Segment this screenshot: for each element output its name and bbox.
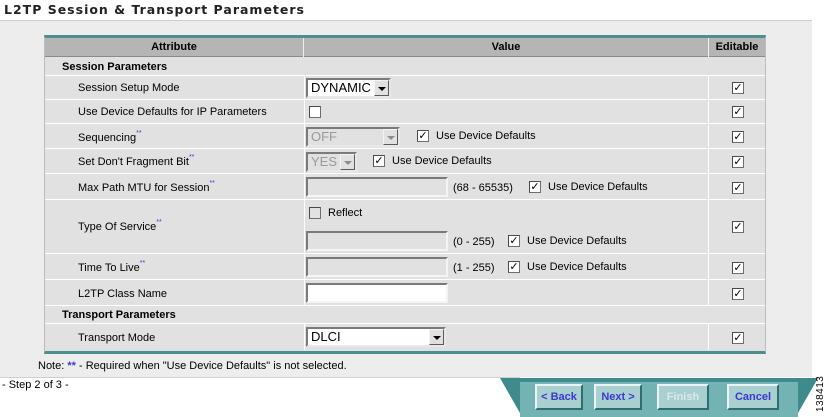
transport-mode-select[interactable]: DLCI [306, 327, 446, 347]
value-cell: (68 - 65535) Use Device Defaults [304, 174, 709, 199]
range-label: (0 - 255) [453, 236, 495, 248]
table-row: Sequencing** OFF Use Device Defaults [45, 124, 765, 149]
max-path-mtu-input[interactable] [306, 177, 448, 197]
section-label: Session Parameters [62, 61, 168, 73]
sequencing-select[interactable]: OFF [306, 127, 400, 147]
required-marker: ** [209, 180, 215, 187]
value-cell: (1 - 255) Use Device Defaults [304, 254, 709, 279]
select-value: DYNAMIC [311, 80, 371, 95]
dont-fragment-select[interactable]: YES [306, 152, 357, 172]
session-setup-mode-select[interactable]: DYNAMIC [306, 78, 391, 98]
figure-id: 138413 [815, 375, 826, 412]
range-label: (68 - 65535) [453, 182, 513, 194]
section-label: Transport Parameters [62, 309, 176, 321]
value-cell: YES Use Device Defaults [304, 149, 709, 173]
value-cell: DLCI [304, 324, 709, 350]
time-to-live-input[interactable] [306, 257, 448, 277]
l2tp-class-name-input[interactable] [306, 283, 448, 303]
table-row: Max Path MTU for Session** (68 - 65535) … [45, 174, 765, 200]
table-header: Attribute Value Editable [45, 38, 765, 57]
type-of-service-reflect-checkbox[interactable] [309, 207, 321, 219]
table-row: L2TP Class Name [45, 280, 765, 306]
footer-divider [0, 377, 520, 378]
required-marker: ** [139, 260, 146, 267]
attribute-label: Time To Live** [78, 260, 146, 274]
sequencing-use-device-defaults-checkbox[interactable] [417, 130, 429, 142]
select-value: YES [311, 154, 338, 169]
dont-fragment-use-device-defaults-checkbox[interactable] [373, 155, 385, 167]
wizard-step-indicator: - Step 2 of 3 - [2, 379, 69, 391]
editable-checkbox-session-setup-mode[interactable] [732, 82, 744, 94]
table-row: Time To Live** (1 - 255) Use Device Defa… [45, 254, 765, 280]
attribute-label: Type Of Service** [78, 219, 162, 233]
attribute-label: Use Device Defaults for IP Parameters [78, 106, 267, 118]
select-value: OFF [311, 129, 337, 144]
page-title: L2TP Session & Transport Parameters [4, 2, 305, 17]
type-of-service-use-device-defaults-checkbox[interactable] [508, 235, 520, 247]
value-cell [304, 100, 709, 123]
header-editable: Editable [715, 41, 759, 53]
header-value: Value [304, 38, 709, 57]
editable-checkbox-dont-fragment[interactable] [732, 156, 744, 168]
required-note: Note: ** - Required when "Use Device Def… [38, 360, 347, 372]
use-device-defaults-label: Use Device Defaults [527, 235, 627, 247]
reflect-label: Reflect [328, 207, 363, 219]
value-cell: Reflect (0 - 255) Use Device Defaults [304, 200, 709, 253]
attribute-label: L2TP Class Name [78, 288, 168, 300]
editable-checkbox-type-of-service[interactable] [732, 221, 744, 233]
editable-checkbox-transport-mode[interactable] [732, 332, 744, 344]
section-transport-parameters: Transport Parameters [45, 306, 765, 324]
attribute-label: Session Setup Mode [78, 82, 180, 94]
attribute-label: Set Don't Fragment Bit** [78, 154, 195, 168]
back-button[interactable]: < Back [535, 384, 583, 410]
table-row: Session Setup Mode DYNAMIC [45, 76, 765, 100]
chevron-down-icon [383, 129, 398, 145]
use-device-defaults-label: Use Device Defaults [436, 130, 536, 142]
required-marker: ** [156, 219, 162, 226]
chevron-down-icon [374, 80, 389, 96]
time-to-live-use-device-defaults-checkbox[interactable] [508, 261, 520, 273]
editable-checkbox-time-to-live[interactable] [732, 262, 744, 274]
editable-checkbox-use-device-defaults-ip[interactable] [732, 106, 744, 118]
type-of-service-input[interactable] [306, 231, 448, 251]
attribute-label: Transport Mode [78, 332, 156, 344]
attribute-label: Max Path MTU for Session** [78, 180, 215, 194]
header-attribute: Attribute [45, 38, 304, 57]
max-path-mtu-use-device-defaults-checkbox[interactable] [529, 181, 541, 193]
table-row: Type Of Service** Reflect (0 - 255) Use … [45, 200, 765, 254]
next-button[interactable]: Next > [594, 384, 642, 410]
cancel-button[interactable]: Cancel [727, 384, 779, 410]
editable-checkbox-l2tp-class-name[interactable] [732, 288, 744, 300]
value-cell: OFF Use Device Defaults [304, 124, 709, 148]
select-value: DLCI [311, 329, 341, 344]
use-device-defaults-label: Use Device Defaults [548, 181, 648, 193]
table-row: Use Device Defaults for IP Parameters [45, 100, 765, 124]
required-marker: ** [136, 130, 142, 137]
parameters-table: Attribute Value Editable Session Paramet… [44, 35, 766, 354]
editable-checkbox-sequencing[interactable] [732, 131, 744, 143]
required-marker: ** [188, 154, 195, 161]
range-label: (1 - 255) [453, 262, 495, 274]
section-session-parameters: Session Parameters [45, 58, 765, 76]
table-row: Set Don't Fragment Bit** YES Use Device … [45, 149, 765, 174]
finish-button[interactable]: Finish [657, 384, 709, 410]
use-device-defaults-ip-checkbox[interactable] [309, 106, 321, 118]
chevron-down-icon [429, 329, 444, 345]
chevron-down-icon [340, 154, 355, 170]
value-cell: DYNAMIC [304, 76, 709, 99]
attribute-label: Sequencing** [78, 130, 142, 144]
use-device-defaults-label: Use Device Defaults [527, 261, 627, 273]
table-row: Transport Mode DLCI [45, 324, 765, 350]
editable-checkbox-max-path-mtu[interactable] [732, 182, 744, 194]
use-device-defaults-label: Use Device Defaults [392, 155, 492, 167]
value-cell [304, 280, 709, 305]
